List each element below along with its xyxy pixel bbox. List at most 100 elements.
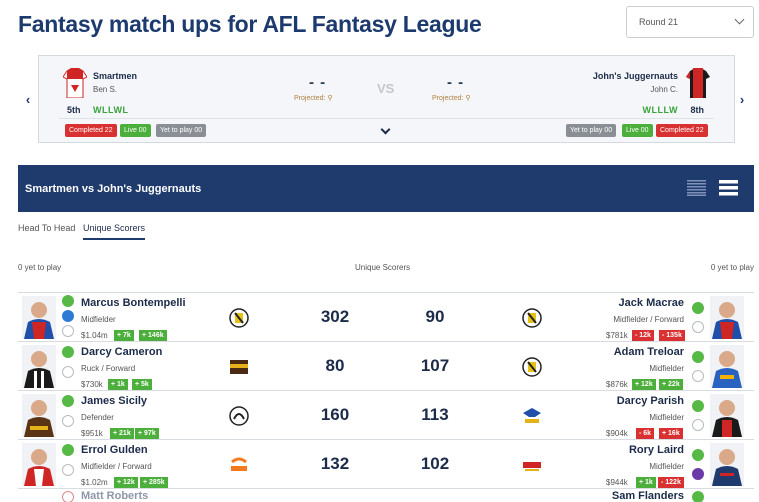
price-change-chip: + 21k <box>110 428 134 439</box>
player-avatar <box>710 443 744 486</box>
section-title: Unique Scorers <box>355 263 411 272</box>
home-coach: Ben S. <box>93 85 118 94</box>
lock-icon: ⚲ <box>327 95 333 102</box>
vs-label: VS <box>377 81 395 96</box>
star-icon[interactable] <box>692 419 704 431</box>
season-change-chip: - 135k <box>659 330 685 341</box>
player-position: Midfielder <box>81 315 116 324</box>
season-change-chip: + 5k <box>132 379 152 390</box>
away-yet-badge: Yet to play 00 <box>566 124 617 137</box>
right-points: 107 <box>420 356 450 375</box>
next-matchup-arrow[interactable]: › <box>736 92 748 107</box>
thumbs-up-icon <box>692 449 704 461</box>
away-completed-badge: Completed 22 <box>656 124 708 137</box>
player-name[interactable]: Jack Macrae <box>619 297 684 309</box>
season-change-chip: + 22k <box>659 379 683 390</box>
chevron-down-icon <box>734 14 745 25</box>
lock-icon: ⚲ <box>465 95 471 102</box>
card-divider <box>59 118 714 119</box>
page-title: Fantasy match ups for AFL Fantasy League <box>18 11 482 37</box>
player-name[interactable]: Rory Laird <box>629 444 684 456</box>
star-icon[interactable] <box>62 464 74 476</box>
right-points: 113 <box>421 405 449 424</box>
away-coach: John C. <box>650 85 678 94</box>
price-change-chip: + 7k <box>114 330 134 341</box>
table-row[interactable]: James Sicily Defender $951k + 21k + 97k … <box>18 390 754 439</box>
player-price: $904k <box>606 429 628 438</box>
player-position: Ruck / Forward <box>81 364 136 373</box>
tab-unique-scorers[interactable]: Unique Scorers <box>83 223 146 240</box>
thumbs-up-icon <box>62 295 74 307</box>
player-avatar <box>22 345 56 388</box>
prev-matchup-arrow[interactable]: ‹ <box>22 92 34 107</box>
player-name[interactable]: Matt Roberts <box>81 490 148 502</box>
left-points: 80 <box>325 356 345 375</box>
captain-icon <box>692 468 704 480</box>
star-icon[interactable] <box>62 325 74 337</box>
blocked-icon <box>62 491 74 502</box>
vice-captain-icon <box>62 310 74 322</box>
list-view-icon[interactable] <box>719 180 738 196</box>
round-select[interactable]: Round 21 <box>626 6 754 38</box>
star-icon[interactable] <box>62 366 74 378</box>
thumbs-up-icon <box>692 302 704 314</box>
banner-title: Smartmen vs John's Juggernauts <box>25 183 202 195</box>
away-jersey-icon <box>686 68 710 98</box>
table-row[interactable]: Errol Gulden Midfielder / Forward $1.02m… <box>18 439 754 488</box>
table-row[interactable]: Darcy Cameron Ruck / Forward $730k + 1k … <box>18 341 754 390</box>
player-name[interactable]: James Sicily <box>81 395 147 407</box>
player-price: $730k <box>81 380 103 389</box>
player-position: Midfielder <box>649 462 684 471</box>
away-live-badge: Live 00 <box>622 124 653 137</box>
player-price: $781k <box>606 331 628 340</box>
player-name[interactable]: Sam Flanders <box>612 490 684 502</box>
thumbs-up-icon <box>62 346 74 358</box>
price-change-chip: - 12k <box>632 330 654 341</box>
right-points: 102 <box>420 454 450 473</box>
player-avatar <box>710 296 744 339</box>
season-change-chip: + 16k <box>659 428 683 439</box>
table-row[interactable]: Marcus Bontempelli Midfielder $1.04m + 7… <box>18 292 754 341</box>
tab-head-to-head[interactable]: Head To Head <box>18 223 75 233</box>
thumbs-up-icon <box>692 491 704 502</box>
home-form: WLLWL <box>93 105 129 115</box>
player-avatar <box>22 443 56 486</box>
home-yet-badge: Yet to play 00 <box>156 124 207 137</box>
player-avatar <box>22 296 56 339</box>
player-name[interactable]: Adam Treloar <box>614 346 684 358</box>
club-logo-icon <box>229 406 249 426</box>
star-icon[interactable] <box>692 370 704 382</box>
player-price: $1.04m <box>81 331 108 340</box>
thumbs-up-icon <box>692 400 704 412</box>
expand-chevron-icon[interactable] <box>380 124 391 135</box>
club-logo-icon <box>229 308 249 328</box>
matchup-card: Smartmen Ben S. 5th WLLWL - - Projected:… <box>38 55 735 143</box>
price-change-chip: + 1k <box>636 477 656 488</box>
away-form: WLLLW <box>642 105 678 115</box>
player-name[interactable]: Darcy Cameron <box>81 346 162 358</box>
away-rank: 8th <box>690 105 705 115</box>
player-position: Midfielder <box>649 413 684 422</box>
club-logo-icon <box>230 360 248 374</box>
table-row[interactable]: Matt Roberts Sam Flanders <box>18 488 754 502</box>
price-change-chip: + 1k <box>108 379 128 390</box>
right-yet-to-play: 0 yet to play <box>710 263 754 272</box>
compact-view-icon[interactable] <box>687 180 706 196</box>
player-position: Midfielder / Forward <box>613 315 684 324</box>
player-name[interactable]: Marcus Bontempelli <box>81 297 186 309</box>
home-projected: Projected: ⚲ <box>294 95 333 102</box>
thumbs-up-icon <box>62 395 74 407</box>
star-icon[interactable] <box>62 415 74 427</box>
round-select-value: Round 21 <box>639 17 679 27</box>
left-yet-to-play: 0 yet to play <box>18 263 62 272</box>
player-price: $944k <box>606 478 628 487</box>
player-name[interactable]: Darcy Parish <box>617 395 684 407</box>
club-logo-icon <box>231 457 247 471</box>
price-change-chip: - 6k <box>636 428 655 439</box>
season-change-chip: + 146k <box>139 330 167 341</box>
home-score: - - <box>309 74 327 91</box>
star-icon[interactable] <box>692 321 704 333</box>
player-price: $1.02m <box>81 478 108 487</box>
player-name[interactable]: Errol Gulden <box>81 444 148 456</box>
player-price: $951k <box>81 429 103 438</box>
